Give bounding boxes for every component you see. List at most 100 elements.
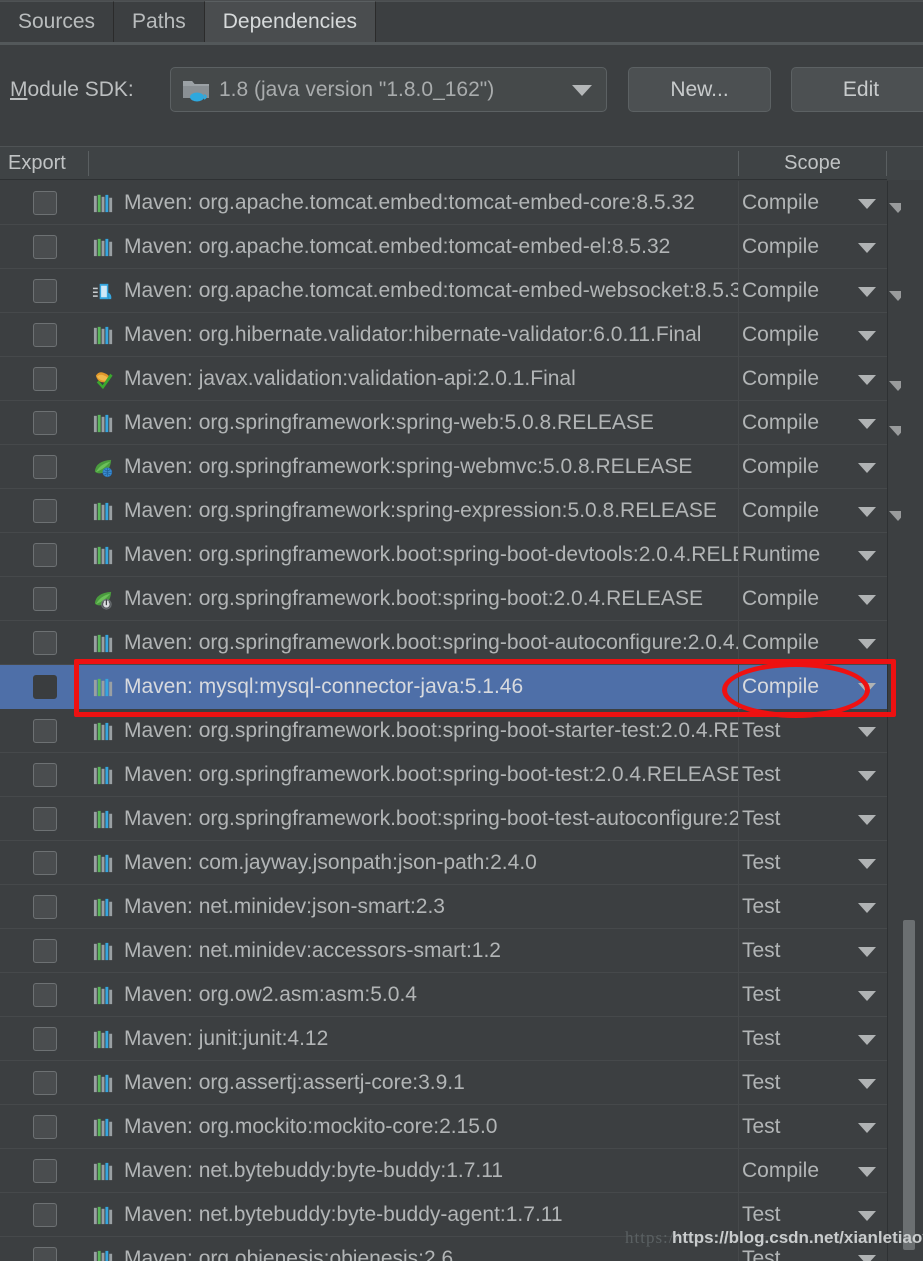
export-checkbox[interactable]	[33, 411, 57, 435]
table-row[interactable]: Maven: org.apache.tomcat.embed:tomcat-em…	[0, 181, 923, 225]
table-row[interactable]: Maven: org.springframework.boot:spring-b…	[0, 709, 923, 753]
scope-chevron-down-icon[interactable]	[858, 683, 876, 693]
scope-chevron-down-icon[interactable]	[858, 419, 876, 429]
scope-chevron-down-icon[interactable]	[858, 859, 876, 869]
tab-paths[interactable]: Paths	[114, 1, 205, 42]
scope-chevron-down-icon[interactable]	[858, 595, 876, 605]
export-checkbox[interactable]	[33, 895, 57, 919]
scope-chevron-down-icon[interactable]	[858, 639, 876, 649]
export-checkbox[interactable]	[33, 675, 57, 699]
table-row[interactable]: Maven: org.springframework.boot:spring-b…	[0, 753, 923, 797]
table-row[interactable]: Maven: junit:junit:4.12 Test	[0, 1017, 923, 1061]
dependency-scope[interactable]: Compile	[742, 313, 852, 357]
export-checkbox[interactable]	[33, 191, 57, 215]
module-sdk-combobox[interactable]: 1.8 (java version "1.8.0_162")	[170, 67, 607, 112]
dependency-scope[interactable]: Test	[742, 753, 852, 797]
table-row[interactable]: Maven: org.apache.tomcat.embed:tomcat-em…	[0, 225, 923, 269]
export-checkbox[interactable]	[33, 279, 57, 303]
table-row[interactable]: Maven: org.ow2.asm:asm:5.0.4 Test	[0, 973, 923, 1017]
dependency-scope[interactable]: Compile	[742, 445, 852, 489]
export-checkbox[interactable]	[33, 1115, 57, 1139]
scope-chevron-down-icon[interactable]	[858, 331, 876, 341]
table-row[interactable]: Maven: org.assertj:assertj-core:3.9.1 Tes…	[0, 1061, 923, 1105]
table-row[interactable]: Maven: org.springframework:spring-webmvc…	[0, 445, 923, 489]
edit-sdk-button[interactable]: Edit	[791, 67, 923, 112]
dependency-scope[interactable]: Test	[742, 973, 852, 1017]
scope-chevron-down-icon[interactable]	[858, 991, 876, 1001]
export-checkbox[interactable]	[33, 1071, 57, 1095]
column-divider-1[interactable]	[88, 151, 89, 176]
export-checkbox[interactable]	[33, 983, 57, 1007]
export-checkbox[interactable]	[33, 1203, 57, 1227]
table-row[interactable]: Maven: net.minidev:accessors-smart:1.2 Te…	[0, 929, 923, 973]
dependency-scope[interactable]: Compile	[742, 225, 852, 269]
scope-chevron-down-icon[interactable]	[858, 551, 876, 561]
dependency-scope[interactable]: Compile	[742, 489, 852, 533]
table-row[interactable]: Maven: javax.validation:validation-api:2…	[0, 357, 923, 401]
dependency-scope[interactable]: Compile	[742, 665, 852, 709]
table-row[interactable]: Maven: org.springframework.boot:spring-b…	[0, 533, 923, 577]
scope-chevron-down-icon[interactable]	[858, 1255, 876, 1261]
export-checkbox[interactable]	[33, 455, 57, 479]
scope-chevron-down-icon[interactable]	[858, 1123, 876, 1133]
dependency-scope[interactable]: Runtime	[742, 533, 852, 577]
table-row[interactable]: Maven: org.springframework:spring-expres…	[0, 489, 923, 533]
dependency-scope[interactable]: Test	[742, 797, 852, 841]
column-header-scope[interactable]: Scope	[740, 147, 885, 180]
dependency-scope[interactable]: Compile	[742, 1149, 852, 1193]
dependency-scope[interactable]: Test	[742, 1017, 852, 1061]
table-row[interactable]: Maven: mysql:mysql-connector-java:5.1.46…	[0, 665, 923, 709]
tab-sources[interactable]: Sources	[0, 1, 115, 42]
table-row[interactable]: Maven: net.minidev:json-smart:2.3 Test	[0, 885, 923, 929]
table-row[interactable]: Maven: org.springframework.boot:spring-b…	[0, 621, 923, 665]
export-checkbox[interactable]	[33, 719, 57, 743]
export-checkbox[interactable]	[33, 1247, 57, 1261]
dependency-scope[interactable]: Test	[742, 709, 852, 753]
scope-chevron-down-icon[interactable]	[858, 199, 876, 209]
chevron-down-icon[interactable]	[572, 85, 592, 96]
export-checkbox[interactable]	[33, 851, 57, 875]
scope-chevron-down-icon[interactable]	[858, 1035, 876, 1045]
scope-chevron-down-icon[interactable]	[858, 727, 876, 737]
table-row[interactable]: Maven: net.bytebuddy:byte-buddy:1.7.11 Co…	[0, 1149, 923, 1193]
table-row[interactable]: Maven: org.mockito:mockito-core:2.15.0 Te…	[0, 1105, 923, 1149]
scope-chevron-down-icon[interactable]	[858, 815, 876, 825]
scope-chevron-down-icon[interactable]	[858, 771, 876, 781]
export-checkbox[interactable]	[33, 939, 57, 963]
export-checkbox[interactable]	[33, 1159, 57, 1183]
dependency-scope[interactable]: Compile	[742, 181, 852, 225]
export-checkbox[interactable]	[33, 367, 57, 391]
export-checkbox[interactable]	[33, 763, 57, 787]
dependencies-table-body[interactable]: Maven: org.apache.tomcat.embed:tomcat-em…	[0, 181, 923, 1261]
column-header-export[interactable]: Export	[8, 147, 66, 180]
scope-chevron-down-icon[interactable]	[858, 947, 876, 957]
scope-chevron-down-icon[interactable]	[858, 507, 876, 517]
tab-dependencies[interactable]: Dependencies	[204, 1, 377, 42]
dependency-scope[interactable]: Test	[742, 1105, 852, 1149]
export-checkbox[interactable]	[33, 323, 57, 347]
export-checkbox[interactable]	[33, 587, 57, 611]
table-row[interactable]: Maven: org.springframework.boot:spring-b…	[0, 577, 923, 621]
new-sdk-button[interactable]: New...	[628, 67, 771, 112]
dependency-scope[interactable]: Test	[742, 885, 852, 929]
scope-chevron-down-icon[interactable]	[858, 463, 876, 473]
export-checkbox[interactable]	[33, 499, 57, 523]
table-row[interactable]: Maven: com.jayway.jsonpath:json-path:2.4…	[0, 841, 923, 885]
scope-chevron-down-icon[interactable]	[858, 903, 876, 913]
dependency-scope[interactable]: Compile	[742, 269, 852, 313]
table-row[interactable]: Maven: org.springframework:spring-web:5.…	[0, 401, 923, 445]
scope-chevron-down-icon[interactable]	[858, 1211, 876, 1221]
dependency-scope[interactable]: Test	[742, 841, 852, 885]
dependency-scope[interactable]: Test	[742, 1061, 852, 1105]
scope-chevron-down-icon[interactable]	[858, 375, 876, 385]
table-row[interactable]: Maven: org.hibernate.validator:hibernate…	[0, 313, 923, 357]
scope-chevron-down-icon[interactable]	[858, 1079, 876, 1089]
column-divider-2[interactable]	[738, 151, 739, 176]
export-checkbox[interactable]	[33, 631, 57, 655]
scope-chevron-down-icon[interactable]	[858, 287, 876, 297]
dependency-scope[interactable]: Compile	[742, 577, 852, 621]
table-row[interactable]: Maven: org.springframework.boot:spring-b…	[0, 797, 923, 841]
export-checkbox[interactable]	[33, 1027, 57, 1051]
export-checkbox[interactable]	[33, 235, 57, 259]
table-row[interactable]: Maven: org.apache.tomcat.embed:tomcat-em…	[0, 269, 923, 313]
